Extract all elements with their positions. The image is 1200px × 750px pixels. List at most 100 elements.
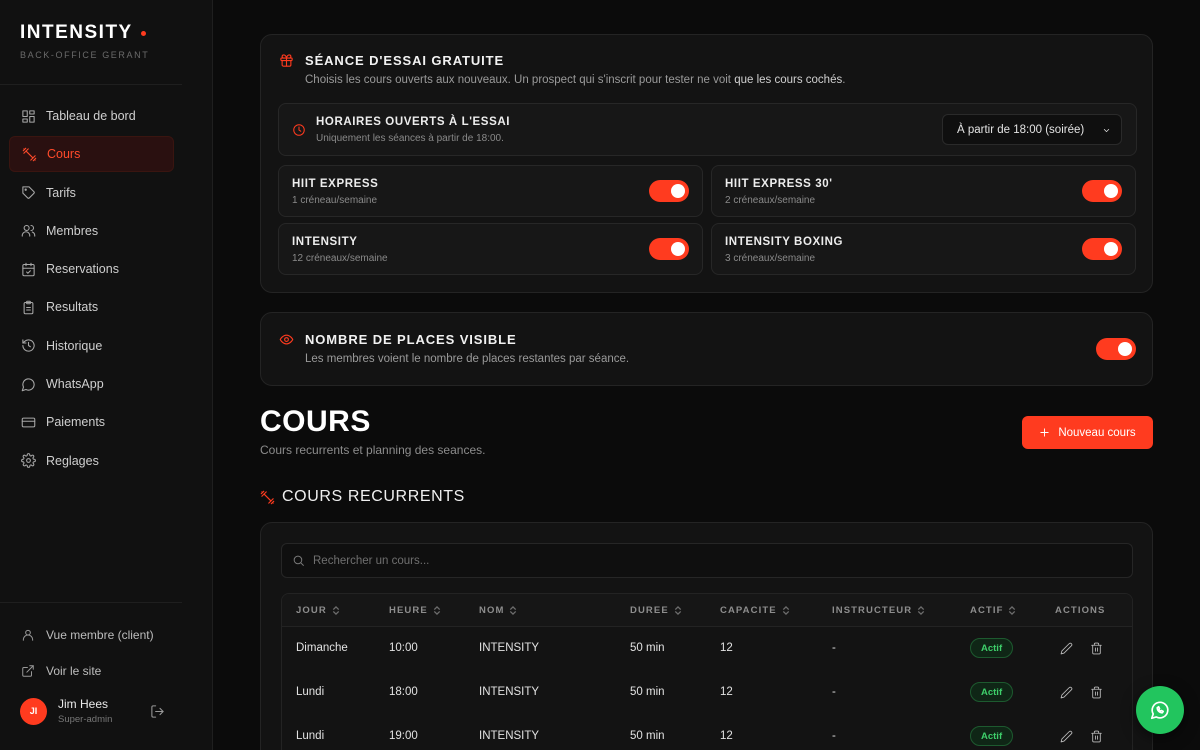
course-slots: 1 créneau/semaine [292, 195, 378, 206]
sidebar-item-tableau-de-bord[interactable]: Tableau de bord [9, 98, 174, 134]
cell-heure: 19:00 [389, 730, 418, 742]
trial-description: Choisis les cours ouverts aux nouveaux. … [305, 74, 845, 86]
users-icon [21, 225, 36, 238]
brand-name: INTENSITY [20, 22, 133, 43]
new-course-button[interactable]: Nouveau cours [1022, 416, 1153, 449]
column-label: INSTRUCTEUR [832, 605, 913, 616]
sort-icon [918, 606, 925, 615]
cell-jour: Lundi [296, 686, 325, 698]
history-icon [22, 339, 35, 352]
gear-icon [21, 453, 36, 469]
sidebar-item-label: Reglages [46, 453, 99, 468]
trial-course-tile: INTENSITY BOXING 3 créneaux/semaine [711, 223, 1136, 275]
sidebar-item-resultats[interactable]: Resultats [9, 289, 174, 325]
sidebar-divider [0, 602, 182, 603]
sort-icon [332, 606, 339, 615]
column-label: JOUR [296, 605, 327, 616]
status-badge: Actif [970, 726, 1014, 746]
table-row[interactable]: Lundi 18:00 INTENSITY 50 min 12 - Actif [282, 671, 1132, 715]
column-header-capacite[interactable]: CAPACITE [720, 605, 790, 616]
sort-icon [782, 606, 789, 615]
column-header-heure[interactable]: HEURE [389, 605, 441, 616]
cell-duree: 50 min [630, 642, 665, 654]
column-header-jour[interactable]: JOUR [296, 605, 340, 616]
chevron-down-icon [1103, 129, 1110, 132]
cell-capacite: 12 [720, 686, 733, 698]
view-site-link[interactable]: Voir le site [9, 653, 179, 689]
column-header-duree[interactable]: DUREE [630, 605, 682, 616]
member-view-link[interactable]: Vue membre (client) [9, 617, 179, 653]
sidebar-item-label: Paiements [46, 415, 106, 430]
cell-jour: Lundi [296, 730, 325, 742]
column-header-instructeur[interactable]: INSTRUCTEUR [832, 605, 925, 616]
tag-icon [22, 186, 35, 199]
table-row[interactable]: Lundi 19:00 INTENSITY 50 min 12 - Actif [282, 715, 1132, 750]
chat-icon [21, 377, 35, 391]
trash-icon[interactable] [1090, 686, 1103, 699]
course-toggle[interactable] [649, 238, 689, 260]
course-name: HIIT EXPRESS [292, 178, 379, 190]
whatsapp-fab-button[interactable] [1136, 686, 1184, 734]
cell-instructeur: - [832, 642, 836, 654]
trash-icon[interactable] [1090, 730, 1103, 743]
course-slots: 2 créneaux/semaine [725, 195, 816, 206]
sort-icon [433, 606, 440, 615]
visible-places-card: NOMBRE DE PLACES VISIBLE Les membres voi… [260, 312, 1153, 386]
brand-logo[interactable]: INTENSITY [20, 22, 149, 44]
cell-capacite: 12 [720, 730, 733, 742]
course-name: INTENSITY [292, 236, 358, 248]
cell-duree: 50 min [630, 730, 665, 742]
sidebar-item-whatsapp[interactable]: WhatsApp [9, 366, 174, 402]
edit-icon[interactable] [1060, 642, 1073, 655]
column-header-actif[interactable]: ACTIF [970, 605, 1016, 616]
places-description: Les membres voient le nombre de places r… [305, 353, 630, 365]
schedule-title: HORAIRES OUVERTS À L'ESSAI [316, 116, 511, 128]
sidebar-divider [0, 84, 182, 85]
sort-icon [1009, 606, 1016, 615]
trial-desc-prefix: Choisis les cours ouverts aux nouveaux. … [305, 74, 735, 86]
sidebar-item-paiements[interactable]: Paiements [9, 404, 174, 440]
cell-instructeur: - [832, 730, 836, 742]
clipboard-icon [23, 300, 34, 315]
column-label: CAPACITE [720, 605, 777, 616]
schedule-select[interactable]: À partir de 18:00 (soirée) [942, 114, 1122, 145]
course-toggle[interactable] [1082, 238, 1122, 260]
section-title-label: COURS RECURRENTS [282, 488, 465, 505]
column-header-nom[interactable]: NOM [479, 605, 517, 616]
user-role: Super-admin [58, 714, 113, 725]
course-toggle[interactable] [1082, 180, 1122, 202]
search-input[interactable] [313, 554, 1113, 567]
status-badge: Actif [970, 682, 1014, 702]
places-toggle[interactable] [1096, 338, 1136, 360]
sidebar-item-tarifs[interactable]: Tarifs [9, 175, 174, 211]
page-subtitle: Cours recurrents et planning des seances… [260, 443, 486, 457]
edit-icon[interactable] [1060, 730, 1073, 743]
trial-title: SÉANCE D'ESSAI GRATUITE [305, 53, 505, 68]
sidebar-item-reservations[interactable]: Reservations [9, 251, 174, 287]
sidebar-item-cours[interactable]: Cours [9, 136, 174, 173]
sidebar-item-historique[interactable]: Historique [9, 328, 174, 364]
avatar[interactable]: JI [20, 697, 47, 725]
search-field [281, 543, 1133, 578]
plus-icon [1040, 428, 1049, 437]
dumbbell-icon [260, 490, 275, 504]
trash-icon[interactable] [1090, 642, 1103, 655]
sidebar-item-label: Cours [47, 147, 81, 162]
section-title: COURS RECURRENTS [260, 488, 465, 506]
edit-icon[interactable] [1060, 686, 1073, 699]
course-toggle[interactable] [649, 180, 689, 202]
course-slots: 12 créneaux/semaine [292, 253, 388, 264]
cell-capacite: 12 [720, 642, 733, 654]
sidebar: INTENSITY BACK-OFFICE GERANT Tableau de … [0, 0, 213, 750]
logout-icon[interactable] [150, 704, 165, 719]
sidebar-item-reglages[interactable]: Reglages [9, 443, 174, 479]
sidebar-item-membres[interactable]: Membres [9, 213, 174, 249]
column-label: HEURE [389, 605, 428, 616]
credit-card-icon [21, 417, 36, 428]
member-view-label: Vue membre (client) [46, 628, 154, 642]
table-row[interactable]: Dimanche 10:00 INTENSITY 50 min 12 - Act… [282, 627, 1132, 671]
trial-session-card: SÉANCE D'ESSAI GRATUITE Choisis les cour… [260, 34, 1153, 293]
trial-course-tile: INTENSITY 12 créneaux/semaine [278, 223, 703, 275]
brand-dot-icon [140, 30, 146, 36]
cell-heure: 18:00 [389, 686, 418, 698]
